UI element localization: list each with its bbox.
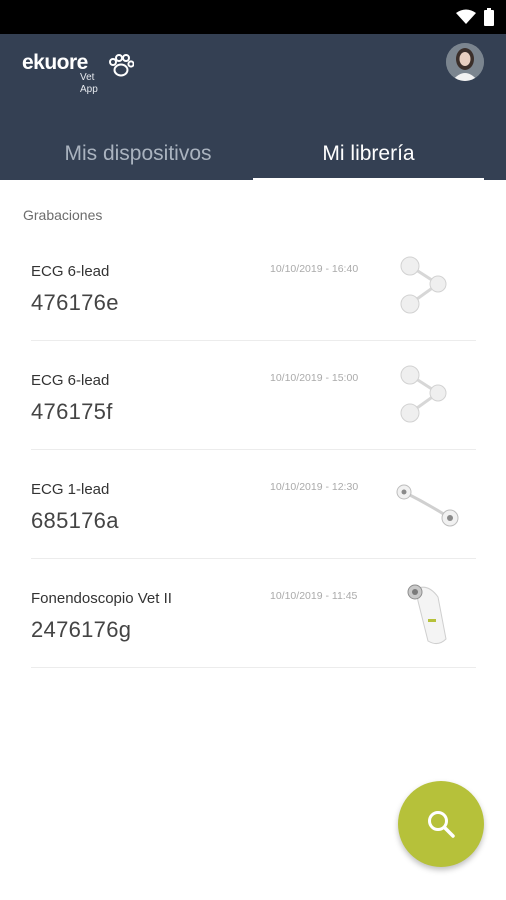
logo-subtitle: Vet App bbox=[80, 72, 98, 95]
logo-text: ekuore bbox=[22, 51, 88, 74]
recording-row[interactable]: Fonendoscopio Vet II 2476176g 10/10/2019… bbox=[0, 559, 506, 668]
stethoscope-device-icon bbox=[407, 584, 447, 645]
recording-id: 476176e bbox=[31, 290, 119, 315]
recording-row[interactable]: ECG 6-lead 476176e 10/10/2019 - 16:40 bbox=[0, 232, 506, 341]
recording-title: ECG 1-lead bbox=[31, 481, 110, 498]
recording-title: ECG 6-lead bbox=[31, 372, 110, 389]
recording-row[interactable]: ECG 6-lead 476175f 10/10/2019 - 15:00 bbox=[0, 341, 506, 450]
wifi-icon bbox=[456, 9, 476, 24]
search-fab-button[interactable] bbox=[398, 781, 484, 867]
recording-id: 685176a bbox=[31, 508, 119, 533]
search-icon bbox=[428, 811, 455, 838]
active-tab-indicator bbox=[253, 178, 484, 181]
recording-id: 2476176g bbox=[31, 617, 132, 642]
app-bar: ekuore Vet App Mis dispositivos Mi libre… bbox=[0, 34, 506, 181]
tab-bar: Mis dispositivos Mi librería bbox=[0, 130, 506, 180]
user-avatar[interactable] bbox=[446, 43, 484, 81]
battery-icon bbox=[484, 8, 494, 26]
recordings-list: ECG 6-lead 476176e 10/10/2019 - 16:40 EC… bbox=[0, 232, 506, 668]
ecg-6-lead-device-icon bbox=[400, 256, 447, 314]
app-logo: ekuore Vet App bbox=[22, 51, 134, 95]
recording-title: Fonendoscopio Vet II bbox=[31, 590, 172, 607]
ecg-1-lead-device-icon bbox=[396, 484, 459, 527]
tab-mi-libreria[interactable]: Mi librería bbox=[253, 130, 484, 180]
recording-id: 476175f bbox=[31, 399, 113, 424]
recording-date: 10/10/2019 - 16:40 bbox=[270, 263, 359, 275]
section-label: Grabaciones bbox=[23, 207, 103, 223]
recording-date: 10/10/2019 - 11:45 bbox=[270, 590, 358, 602]
row-divider bbox=[31, 667, 476, 668]
ecg-6-lead-device-icon bbox=[400, 365, 447, 423]
tab-mis-dispositivos[interactable]: Mis dispositivos bbox=[0, 130, 276, 180]
paw-logo-icon bbox=[109, 54, 134, 77]
recording-row[interactable]: ECG 1-lead 685176a 10/10/2019 - 12:30 bbox=[0, 450, 506, 559]
recording-title: ECG 6-lead bbox=[31, 263, 110, 280]
recording-date: 10/10/2019 - 15:00 bbox=[270, 372, 359, 384]
status-bar bbox=[0, 0, 506, 34]
recording-date: 10/10/2019 - 12:30 bbox=[270, 481, 359, 493]
